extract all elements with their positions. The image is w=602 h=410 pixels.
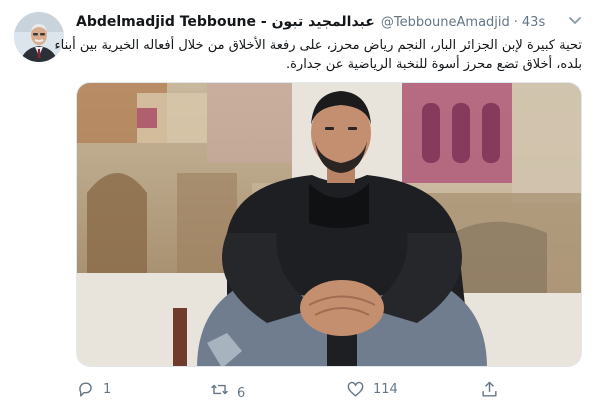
user-handle[interactable]: @TebbouneAmadjid (381, 15, 510, 30)
timestamp[interactable]: 43s (522, 15, 545, 30)
retweet-button[interactable]: 6 (210, 378, 246, 401)
reply-icon (79, 381, 92, 397)
retweet-icon (211, 384, 228, 394)
reply-count: 1 (103, 381, 112, 397)
tweet-text-line-1: تحية كبيرة لإبن الجزائر البار، النجم ريا… (54, 38, 582, 53)
like-button[interactable]: 114 (346, 378, 398, 400)
retweet-count: 6 (237, 385, 246, 401)
share-button[interactable] (480, 378, 499, 400)
heart-icon (347, 381, 364, 397)
tweet-text-line-2: بلده، أخلاق تضع محرز أسوة للنخبة الرياضي… (285, 57, 582, 72)
tweet-media-photo[interactable] (76, 82, 582, 367)
tweet-text: تحية كبيرة لإبن الجزائر البار، النجم ريا… (54, 36, 582, 74)
display-name[interactable]: Abdelmadjid Tebboune - عبدالمجيد تبون (76, 14, 375, 30)
tweet-actions: 1 6 114 (76, 378, 582, 401)
separator-dot: · (513, 15, 518, 30)
photo-image (77, 83, 581, 366)
reply-button[interactable]: 1 (76, 378, 111, 400)
tweet[interactable]: Abdelmadjid Tebboune - عبدالمجيد تبون @T… (0, 0, 602, 410)
tweet-header: Abdelmadjid Tebboune - عبدالمجيد تبون @T… (76, 14, 545, 34)
share-icon (482, 381, 497, 397)
like-count: 114 (373, 381, 398, 397)
chevron-down-icon[interactable] (566, 11, 584, 29)
